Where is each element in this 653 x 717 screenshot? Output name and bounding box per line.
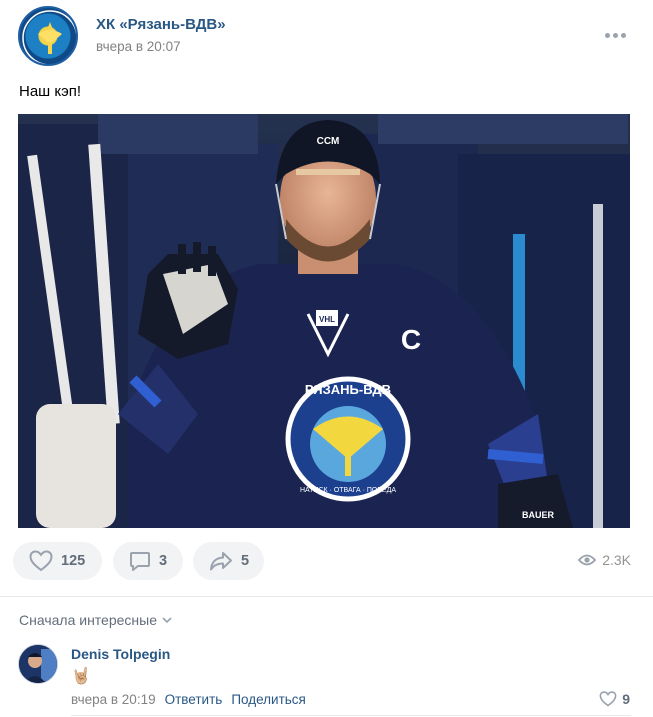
share-arrow-icon: [210, 552, 232, 571]
sort-label: Сначала интересные: [19, 612, 157, 628]
views-counter: 2.3K: [578, 552, 631, 568]
comment-author-link[interactable]: Denis Tolpegin: [71, 646, 170, 662]
comment-timestamp[interactable]: вчера в 20:19: [71, 692, 156, 707]
glove-brand: BAUER: [522, 510, 555, 520]
avatar[interactable]: [18, 644, 58, 684]
comment-item: Denis Tolpegin 🤘🏼 вчера в 20:19 Ответить…: [18, 644, 638, 716]
group-name-link[interactable]: ХК «Рязань-ВДВ»: [96, 16, 226, 33]
comments-sort-dropdown[interactable]: Сначала интересные: [19, 612, 173, 628]
comment-meta: вчера в 20:19 Ответить Поделиться: [71, 692, 306, 707]
share-button[interactable]: 5: [193, 542, 264, 580]
chevron-down-icon: [162, 617, 172, 624]
share-count: 5: [241, 553, 250, 569]
eye-icon: [578, 554, 597, 566]
comment-count: 3: [159, 553, 168, 569]
divider: [0, 596, 653, 597]
post-header: ХК «Рязань-ВДВ» вчера в 20:07: [18, 6, 638, 66]
like-button[interactable]: 125: [13, 542, 102, 580]
jersey-motto: НАТИСК · ОТВАГА · ПОБЕДА: [300, 487, 396, 494]
group-avatar[interactable]: [18, 6, 78, 66]
heart-icon: [29, 550, 53, 572]
jersey-text: РЯЗАНЬ-ВДВ: [305, 382, 391, 397]
comment-text: 🤘🏼: [71, 668, 91, 685]
reply-button[interactable]: Ответить: [165, 692, 223, 707]
league-badge: VHL: [319, 315, 335, 324]
comment-button[interactable]: 3: [113, 542, 183, 580]
comment-like-count: 9: [622, 691, 630, 707]
share-comment-button[interactable]: Поделиться: [231, 692, 306, 707]
comment-like-button[interactable]: 9: [599, 691, 630, 707]
captain-letter: C: [401, 324, 421, 355]
post-text: Наш кэп!: [19, 83, 82, 100]
comment-icon: [130, 552, 150, 571]
heart-icon: [599, 691, 617, 707]
post-actions: 125 3 5 2.3K: [13, 542, 643, 582]
post-timestamp[interactable]: вчера в 20:07: [96, 39, 181, 54]
post-photo[interactable]: РЯЗАНЬ-ВДВ НАТИСК · ОТВАГА · ПОБЕДА C VH…: [18, 114, 630, 528]
views-count: 2.3K: [602, 552, 631, 568]
divider: [71, 715, 631, 716]
helmet-brand: CCM: [317, 136, 340, 147]
more-icon[interactable]: [603, 25, 627, 45]
like-count: 125: [61, 553, 86, 569]
